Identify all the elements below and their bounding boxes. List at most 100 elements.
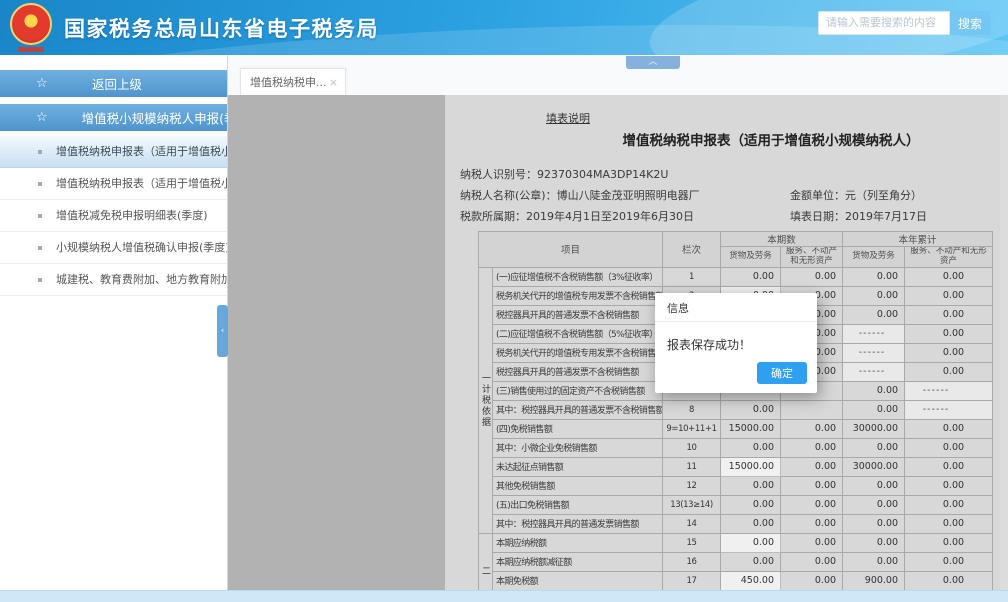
fill-instructions-link[interactable]: 填表说明 [546, 110, 590, 126]
value-cell: 0.00 [781, 438, 843, 457]
value-cell: 0.00 [843, 533, 905, 552]
table-row: 未达起征点销售额1115000.000.0030000.000.00 [479, 457, 993, 476]
sidebar-collapse-handle[interactable]: ‹ [217, 305, 228, 357]
value-cell: 0.00 [905, 324, 993, 343]
value-cell: 0.00 [721, 552, 781, 571]
sidebar-item[interactable]: 增值税减免税申报明细表(季度) [0, 200, 227, 232]
sidebar: ☆ 返回上级 ☆ 增值税小规模纳税人申报(季度) 增值税纳税申报表（适用于增值税… [0, 55, 228, 590]
col-header-goods: 货物及劳务 [843, 247, 905, 268]
value-cell: 0.00 [905, 552, 993, 571]
value-cell: 0.00 [843, 552, 905, 571]
vertical-scrollbar[interactable] [1000, 95, 1008, 590]
value-cell: 0.00 [905, 419, 993, 438]
bullet-icon [38, 246, 42, 250]
value-cell: 0.00 [905, 457, 993, 476]
vat-declaration-table: 项目 栏次 本期数 本年累计 货物及劳务 服务、不动产和无形资产 货物及劳务 服… [478, 231, 993, 590]
table-row: 其中：小微企业免税销售额100.000.000.000.00 [479, 438, 993, 457]
save-success-dialog: 信息 报表保存成功！ 确定 [655, 293, 817, 393]
column-number: 15 [663, 533, 721, 552]
value-cell: 0.00 [905, 362, 993, 381]
item-label: 税务机关代开的增值税专用发票不含税销售额 [493, 286, 663, 305]
value-cell: 0.00 [905, 571, 993, 590]
value-cell: 0.00 [781, 419, 843, 438]
value-cell: 0.00 [721, 267, 781, 286]
header-collapse-button[interactable]: ︿ [626, 56, 680, 69]
section-label: 一计税依据 [479, 267, 493, 533]
column-number: 13(13≥14) [663, 495, 721, 514]
value-cell: 0.00 [843, 267, 905, 286]
bullet-icon [38, 150, 42, 154]
item-label: 其中：税控器具开具的普通发票不含税销售额 [493, 400, 663, 419]
content-canvas: 填表说明 增值税纳税申报表（适用于增值税小规模纳税人） 纳税人识别号：92370… [228, 95, 1008, 590]
tax-bureau-emblem-logo [10, 3, 52, 45]
value-cell: 0.00 [781, 495, 843, 514]
item-label: (五)出口免税销售额 [493, 495, 663, 514]
value-cell: 0.00 [843, 476, 905, 495]
value-cell: 0.00 [843, 305, 905, 324]
table-row: 其中：税控器具开具的普通发票不含税销售额80.000.00------ [479, 400, 993, 419]
amount-unit-value: 元（列至角分） [845, 189, 922, 202]
sidebar-item-vat-smallscale-section[interactable]: ☆ 增值税小规模纳税人申报(季度) [0, 104, 227, 131]
sidebar-item-back[interactable]: ☆ 返回上级 [0, 70, 227, 97]
tab-close-icon[interactable]: × [329, 76, 338, 89]
column-number: 14 [663, 514, 721, 533]
sidebar-item-label: 城建税、教育费附加、地方教育附加税(... [56, 273, 227, 286]
table-row: 二本期应纳税额150.000.000.000.00 [479, 533, 993, 552]
fill-date-label: 填表日期： [790, 210, 845, 223]
tab-label: 增值税纳税申... [250, 74, 327, 90]
star-icon: ☆ [36, 76, 58, 91]
sidebar-item[interactable]: 增值税纳税申报表（适用于增值税小规模... [0, 136, 227, 168]
value-cell: 0.00 [721, 514, 781, 533]
item-label: (一)应征增值税不含税销售额（3%征收率） [493, 267, 663, 286]
value-cell: 0.00 [721, 438, 781, 457]
section-label: 二 [479, 533, 493, 590]
value-cell: 0.00 [905, 343, 993, 362]
item-label: 其他免税销售额 [493, 476, 663, 495]
value-cell: 0.00 [905, 267, 993, 286]
sidebar-back-label: 返回上级 [92, 74, 142, 93]
column-number: 17 [663, 571, 721, 590]
col-header-services: 服务、不动产和无形资产 [905, 247, 993, 268]
item-label: 税控器具开具的普通发票不含税销售额 [493, 305, 663, 324]
col-header-item: 项目 [479, 232, 663, 268]
value-cell[interactable]: 450.00 [721, 571, 781, 590]
sidebar-item[interactable]: 小规模纳税人增值税确认申报(季度) [0, 232, 227, 264]
value-cell: 0.00 [905, 305, 993, 324]
value-cell: ------ [843, 324, 905, 343]
col-header-goods: 货物及劳务 [721, 247, 781, 268]
sidebar-menu: 增值税纳税申报表（适用于增值税小规模...增值税纳税申报表（适用于增值税小规模.… [0, 136, 227, 296]
value-cell: 0.00 [781, 457, 843, 476]
item-label: 税控器具开具的普通发票不含税销售额 [493, 362, 663, 381]
main-area: ︿ 增值税纳税申... × 填表说明 增值税纳税申报表（适用于增值税小规模纳税人… [228, 55, 1008, 590]
dialog-message: 报表保存成功！ [655, 322, 817, 353]
taxpayer-name-row: 纳税人名称(公章)：博山八陡金茂亚明照明电器厂 金额单位：元（列至角分） [460, 187, 992, 201]
value-cell: 0.00 [843, 286, 905, 305]
value-cell: ------ [843, 362, 905, 381]
ok-button[interactable]: 确定 [757, 362, 807, 384]
app-header: 国家税务总局山东省电子税务局 搜索 [0, 0, 1008, 55]
form-title: 增值税纳税申报表（适用于增值税小规模纳税人） [460, 129, 992, 149]
value-cell: 0.00 [781, 267, 843, 286]
table-row: 本期应纳税额减征额160.000.000.000.00 [479, 552, 993, 571]
value-cell: 0.00 [721, 476, 781, 495]
value-cell[interactable]: 0.00 [721, 533, 781, 552]
taxpayer-id-value: 92370304MA3DP14K2U [537, 168, 668, 181]
sidebar-item[interactable]: 城建税、教育费附加、地方教育附加税(... [0, 264, 227, 296]
value-cell[interactable]: 15000.00 [721, 457, 781, 476]
search-button[interactable]: 搜索 [950, 11, 990, 35]
search-input[interactable] [818, 11, 950, 35]
table-row: 一计税依据(一)应征增值税不含税销售额（3%征收率）10.000.000.000… [479, 267, 993, 286]
value-cell: 0.00 [721, 400, 781, 419]
table-row: 本期免税额17450.000.00900.000.00 [479, 571, 993, 590]
value-cell: 0.00 [781, 514, 843, 533]
column-number: 8 [663, 400, 721, 419]
tax-period-value: 2019年4月1日至2019年6月30日 [526, 210, 694, 223]
tab-vat-declaration[interactable]: 增值税纳税申... × [240, 68, 346, 95]
sidebar-item[interactable]: 增值税纳税申报表（适用于增值税小规模... [0, 168, 227, 200]
value-cell: ------ [905, 400, 993, 419]
value-cell: 0.00 [781, 533, 843, 552]
item-label: (四)免税销售额 [493, 419, 663, 438]
app-title: 国家税务总局山东省电子税务局 [64, 13, 379, 43]
taxpayer-id-row: 纳税人识别号：92370304MA3DP14K2U [460, 166, 992, 180]
value-cell: 0.00 [843, 438, 905, 457]
